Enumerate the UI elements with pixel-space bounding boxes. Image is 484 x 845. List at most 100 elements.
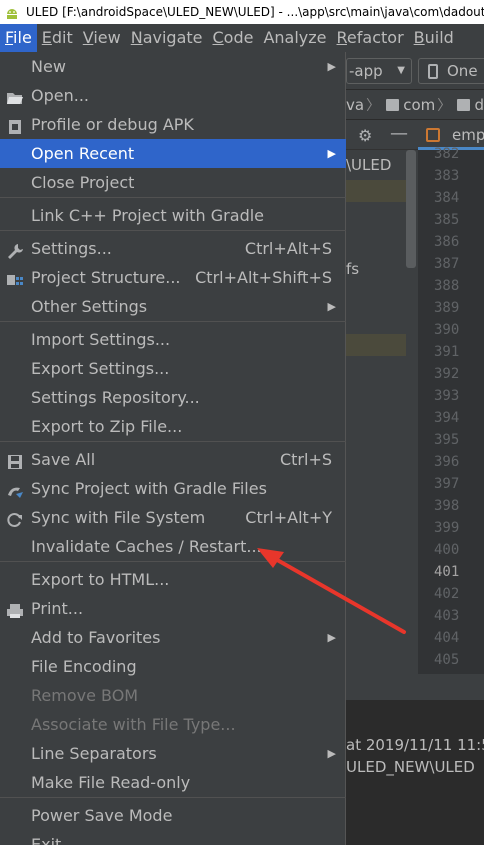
refresh-icon [6,509,24,527]
menu-item-open-recent[interactable]: Open Recent ▶ [0,139,346,168]
menu-item-label: Invalidate Caches / Restart... [31,537,262,556]
menu-item-label: Project Structure... [31,268,181,287]
menu-item-invalidate-caches-restart[interactable]: Invalidate Caches / Restart... [0,532,346,561]
menu-item-file-encoding[interactable]: File Encoding [0,652,346,681]
line-number: 390 [434,322,460,338]
menu-item-label: Save All [31,450,96,469]
menu-item-label: Remove BOM [31,686,139,705]
menu-item-close-project[interactable]: Close Project [0,168,346,197]
device-selector[interactable]: One [418,58,484,84]
line-number: 397 [434,476,460,492]
menu-item-label: Settings Repository... [31,388,200,407]
menu-item-power-save-mode[interactable]: Power Save Mode [0,801,346,830]
menu-item-save-all[interactable]: Save All Ctrl+S [0,445,346,474]
menu-item-label: Associate with File Type... [31,715,236,734]
menu-item-label: Power Save Mode [31,806,173,825]
menu-item-sync-project-with-gradle-files[interactable]: Sync Project with Gradle Files [0,474,346,503]
menu-item-open[interactable]: Open... [0,81,346,110]
line-number: 383 [434,168,460,184]
menu-item-export-to-zip-file[interactable]: Export to Zip File... [0,412,346,441]
line-number: 385 [434,212,460,228]
menu-item-label: Other Settings [31,297,148,316]
menu-refactor[interactable]: Refactor [332,24,409,52]
menu-item-label: New [31,57,66,76]
menu-item-link-c-project-with-gradle[interactable]: Link C++ Project with Gradle [0,201,346,230]
menu-item-shortcut: Ctrl+Alt+S [244,239,332,258]
menu-build[interactable]: Build [409,24,459,52]
line-number: 402 [434,586,460,602]
submenu-arrow-icon: ▶ [327,147,336,160]
menu-item-settings-repository[interactable]: Settings Repository... [0,383,346,412]
menu-item-exit[interactable]: Exit [0,830,346,845]
project-structure-icon [6,269,24,287]
editor-bottom-strip [418,674,484,700]
menu-item-remove-bom: Remove BOM [0,681,346,710]
android-studio-icon [4,4,20,20]
menu-item-label: Make File Read-only [31,773,191,792]
menu-item-label: Exit [31,835,62,845]
line-number: 400 [434,542,460,558]
gear-icon[interactable]: ⚙ [358,126,372,145]
menu-item-shortcut: Ctrl+S [279,450,332,469]
menu-item-label: Print... [31,599,84,618]
menu-separator [0,321,346,322]
menu-item-label: Sync with File System [31,508,206,527]
breadcrumb-item-java[interactable]: va [346,96,364,114]
editor-tab-label[interactable]: emp [452,126,484,144]
menu-analyze[interactable]: Analyze [258,24,331,52]
menu-separator [0,797,346,798]
menu-edit[interactable]: Edit [37,24,78,52]
package-folder-icon [457,98,471,111]
project-panel-header: ⚙ — [346,120,418,150]
menu-separator [0,197,346,198]
line-number: 391 [434,344,460,360]
menu-item-label: Import Settings... [31,330,171,349]
line-number: 398 [434,498,460,514]
navigation-breadcrumb: va 〉 com 〉 d [346,90,484,120]
file-type-icon [426,128,440,142]
menu-item-settings[interactable]: Settings... Ctrl+Alt+S [0,234,346,263]
run-configuration-selector[interactable]: -app ▼ [346,58,412,84]
menu-item-shortcut: Ctrl+Alt+Shift+S [195,268,332,287]
editor-line-gutter: 382 383 384 385 386 387 388 389 390 391 392 393 394 3… [418,146,484,674]
breadcrumb-item-com[interactable]: com [403,96,435,114]
menu-item-export-to-html[interactable]: Export to HTML... [0,565,346,594]
menu-item-make-file-read-only[interactable]: Make File Read-only [0,768,346,797]
menu-view[interactable]: View [78,24,126,52]
apk-icon [6,116,24,134]
line-number: 405 [434,652,460,668]
line-number: 401 [434,564,460,580]
line-number: 396 [434,454,460,470]
hide-panel-icon[interactable]: — [390,123,408,144]
save-icon [6,451,24,469]
menu-item-label: Profile or debug APK [31,115,194,134]
menu-item-new[interactable]: New ▶ [0,52,346,81]
menu-separator [0,561,346,562]
window-title-bar: ULED [F:\androidSpace\ULED_NEW\ULED] - .… [0,0,484,24]
line-number: 382 [434,146,460,162]
menu-item-print[interactable]: Print... [0,594,346,623]
menu-item-label: Close Project [31,173,135,192]
tree-highlight-row [346,334,406,356]
menu-code[interactable]: Code [208,24,259,52]
menu-item-sync-with-file-system[interactable]: Sync with File System Ctrl+Alt+Y [0,503,346,532]
menu-item-profile-or-debug-apk[interactable]: Profile or debug APK [0,110,346,139]
project-tree-scrollbar[interactable] [406,150,416,268]
breadcrumb-item-dadoutek[interactable]: d [474,96,484,114]
line-number: 386 [434,234,460,250]
line-number: 394 [434,410,460,426]
tree-item[interactable]: fs [346,258,406,280]
menu-item-label: Line Separators [31,744,157,763]
menu-item-add-to-favorites[interactable]: Add to Favorites ▶ [0,623,346,652]
menu-item-import-settings[interactable]: Import Settings... [0,325,346,354]
menu-item-line-separators[interactable]: Line Separators ▶ [0,739,346,768]
line-number: 395 [434,432,460,448]
menu-item-export-settings[interactable]: Export Settings... [0,354,346,383]
menu-navigate[interactable]: Navigate [126,24,208,52]
tree-item-root[interactable]: \ULED [346,154,406,176]
menu-item-project-structure[interactable]: Project Structure... Ctrl+Alt+Shift+S [0,263,346,292]
file-menu-dropdown: New ▶ Open... Profile or debug APK Open Rece… [0,52,346,845]
menu-file[interactable]: File [0,24,37,52]
menu-item-other-settings[interactable]: Other Settings ▶ [0,292,346,321]
line-number: 388 [434,278,460,294]
